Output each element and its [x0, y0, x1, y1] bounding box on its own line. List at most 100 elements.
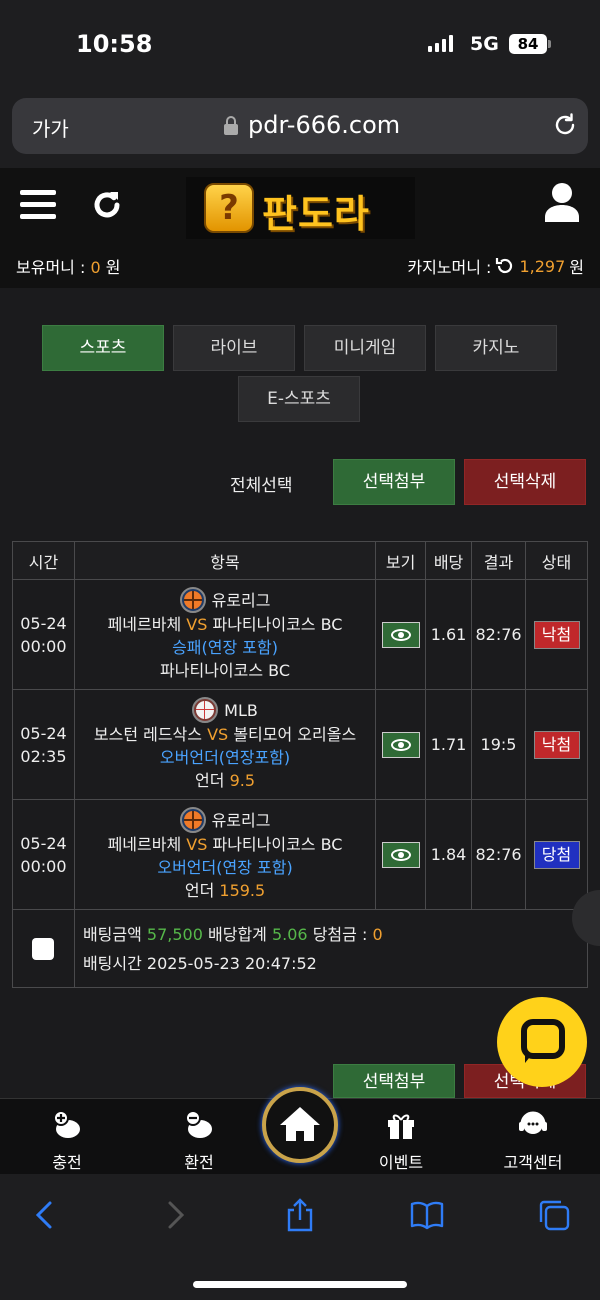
text-size-button[interactable]: 가가 [32, 113, 69, 142]
money-label: 보유머니 : [16, 258, 86, 277]
bet-item: 유로리그 페네르바체 VS 파나티나이코스 BC 오버언더(연장 포함) 언더 … [73, 799, 377, 910]
tab-casino[interactable]: 카지노 [435, 325, 557, 371]
nav-support[interactable]: 고객센터 [488, 1109, 578, 1173]
home-indicator [193, 1281, 407, 1288]
status-cell: 낙첨 [525, 689, 588, 800]
logo-badge: ? [204, 183, 254, 233]
attach-selected-button-bottom[interactable]: 선택첨부 [333, 1064, 455, 1098]
home-team: 보스턴 레드삭스 [93, 725, 203, 744]
attach-selected-button[interactable]: 선택첨부 [333, 459, 455, 505]
status-cell: 낙첨 [525, 579, 588, 690]
nav-deposit-label: 충전 [52, 1153, 82, 1172]
summary-row: 배팅금액 57,500 배당합계 5.06 당첨금 : 0 배팅시간 2025-… [12, 909, 589, 988]
summary-line-2: 배팅시간 2025-05-23 20:47:52 [83, 952, 587, 975]
header-view: 보기 [375, 541, 427, 580]
result-score: 82:76 [471, 799, 526, 910]
share-icon[interactable] [283, 1198, 317, 1232]
nav-withdraw[interactable]: 환전 [154, 1109, 244, 1173]
bet-amount-label: 배팅금액 [82, 924, 142, 944]
home-team: 페네르바체 [107, 615, 182, 634]
table-row: 05-24 00:00 유로리그 페네르바체 VS 파나티나이코스 BC 승패(연… [12, 579, 588, 690]
pick-line: 파나티나이코스 BC [75, 659, 375, 682]
baseball-icon [192, 697, 219, 723]
league-name: 유로리그 [211, 810, 271, 830]
tab-live[interactable]: 라이브 [173, 325, 295, 371]
table-row: 05-24 00:00 유로리그 페네르바체 VS 파나티나이코스 BC 오버언더… [12, 799, 588, 910]
reload-icon[interactable] [552, 112, 578, 138]
nav-deposit[interactable]: 충전 [22, 1109, 112, 1173]
nav-event[interactable]: 이벤트 [356, 1109, 446, 1173]
home-icon[interactable] [262, 1087, 338, 1163]
bet-checkbox[interactable] [32, 937, 55, 960]
ios-status-bar: 10:58 5G 84 [0, 0, 600, 90]
bet-date: 05-24 [20, 723, 67, 743]
league-name: 유로리그 [211, 590, 271, 610]
header-time: 시간 [12, 541, 75, 580]
league: 유로리그 [75, 587, 375, 613]
vs-label: VS [186, 835, 208, 854]
nav-event-label: 이벤트 [378, 1153, 424, 1172]
refresh-icon[interactable] [90, 188, 124, 222]
url-text[interactable]: pdr-666.com [248, 111, 400, 139]
table-header-row: 시간 항목 보기 배당 결과 상태 [12, 541, 588, 580]
result-score: 19:5 [471, 689, 526, 800]
winnings-label: 당첨금 : [312, 924, 368, 944]
pick-line: 언더 159.5 [75, 879, 375, 902]
basketball-icon [179, 807, 206, 833]
market-type: 오버언더(연장포함) [159, 748, 291, 767]
market-type: 승패(연장 포함) [172, 638, 278, 657]
hamburger-icon[interactable] [20, 190, 56, 220]
market-type: 오버언더(연장 포함) [157, 858, 293, 877]
odds-value: 1.84 [425, 799, 473, 910]
network-label: 5G [470, 33, 499, 55]
money-balance: 보유머니 : 0 원 [16, 254, 120, 278]
pick: 언더 [195, 771, 225, 790]
total-odds-label: 배당합계 [208, 924, 267, 944]
address-bar[interactable]: 가가 pdr-666.com [12, 98, 588, 154]
away-team: 볼티모어 오리올스 [233, 725, 357, 744]
bookmarks-icon[interactable] [410, 1198, 444, 1232]
bet-time: 00:00 [20, 636, 67, 656]
bet-datetime: 05-24 00:00 [12, 799, 75, 910]
signal-icon [428, 34, 453, 52]
delete-selected-button[interactable]: 선택삭제 [464, 459, 586, 505]
casino-money-value: 1,297 [519, 256, 566, 276]
eye-icon[interactable] [381, 621, 420, 648]
chat-icon[interactable] [497, 997, 587, 1087]
total-odds: 5.06 [271, 924, 308, 944]
casino-money-label: 카지노머니 : [407, 258, 492, 277]
bet-date: 05-24 [20, 613, 67, 633]
lock-icon [224, 116, 238, 136]
casino-balance: 카지노머니 : 1,297 원 [407, 254, 584, 278]
piggy-plus-icon [53, 1110, 80, 1138]
bet-datetime: 05-24 00:00 [12, 579, 75, 690]
user-icon[interactable] [544, 182, 580, 222]
headset-icon [519, 1111, 547, 1134]
site-logo[interactable]: ? 판도라 [186, 177, 415, 239]
league-name: MLB [224, 700, 258, 720]
forward-icon[interactable] [158, 1198, 192, 1232]
tabs-icon[interactable] [537, 1198, 571, 1232]
tab-sports[interactable]: 스포츠 [42, 325, 164, 371]
battery-tip [548, 40, 551, 48]
home-team: 페네르바체 [107, 835, 182, 854]
winnings: 0 [372, 924, 383, 944]
back-icon[interactable] [28, 1198, 62, 1232]
eye-icon[interactable] [381, 841, 420, 868]
vs-label: VS [207, 725, 229, 744]
status-badge: 당첨 [533, 840, 580, 869]
eye-icon[interactable] [381, 731, 420, 758]
bet-datetime: 05-24 02:35 [12, 689, 75, 800]
pick: 언더 [184, 881, 215, 900]
status-time: 10:58 [76, 30, 153, 58]
away-team: 파나티나이코스 BC [212, 835, 343, 854]
matchup: 페네르바체 VS 파나티나이코스 BC [75, 833, 375, 856]
tab-esports[interactable]: E-스포츠 [238, 376, 360, 422]
summary-line-1: 배팅금액 57,500 배당합계 5.06 당첨금 : 0 [83, 923, 587, 946]
convert-icon[interactable] [495, 256, 515, 276]
bet-history-panel: 스포츠 라이브 미니게임 카지노 E-스포츠 전체선택 선택첨부 선택삭제 시간… [0, 288, 600, 1098]
tab-minigame[interactable]: 미니게임 [304, 325, 426, 371]
bet-time-value: 2025-05-23 20:47:52 [146, 953, 317, 973]
select-all-label[interactable]: 전체선택 [230, 471, 293, 496]
nav-withdraw-label: 환전 [184, 1153, 214, 1172]
